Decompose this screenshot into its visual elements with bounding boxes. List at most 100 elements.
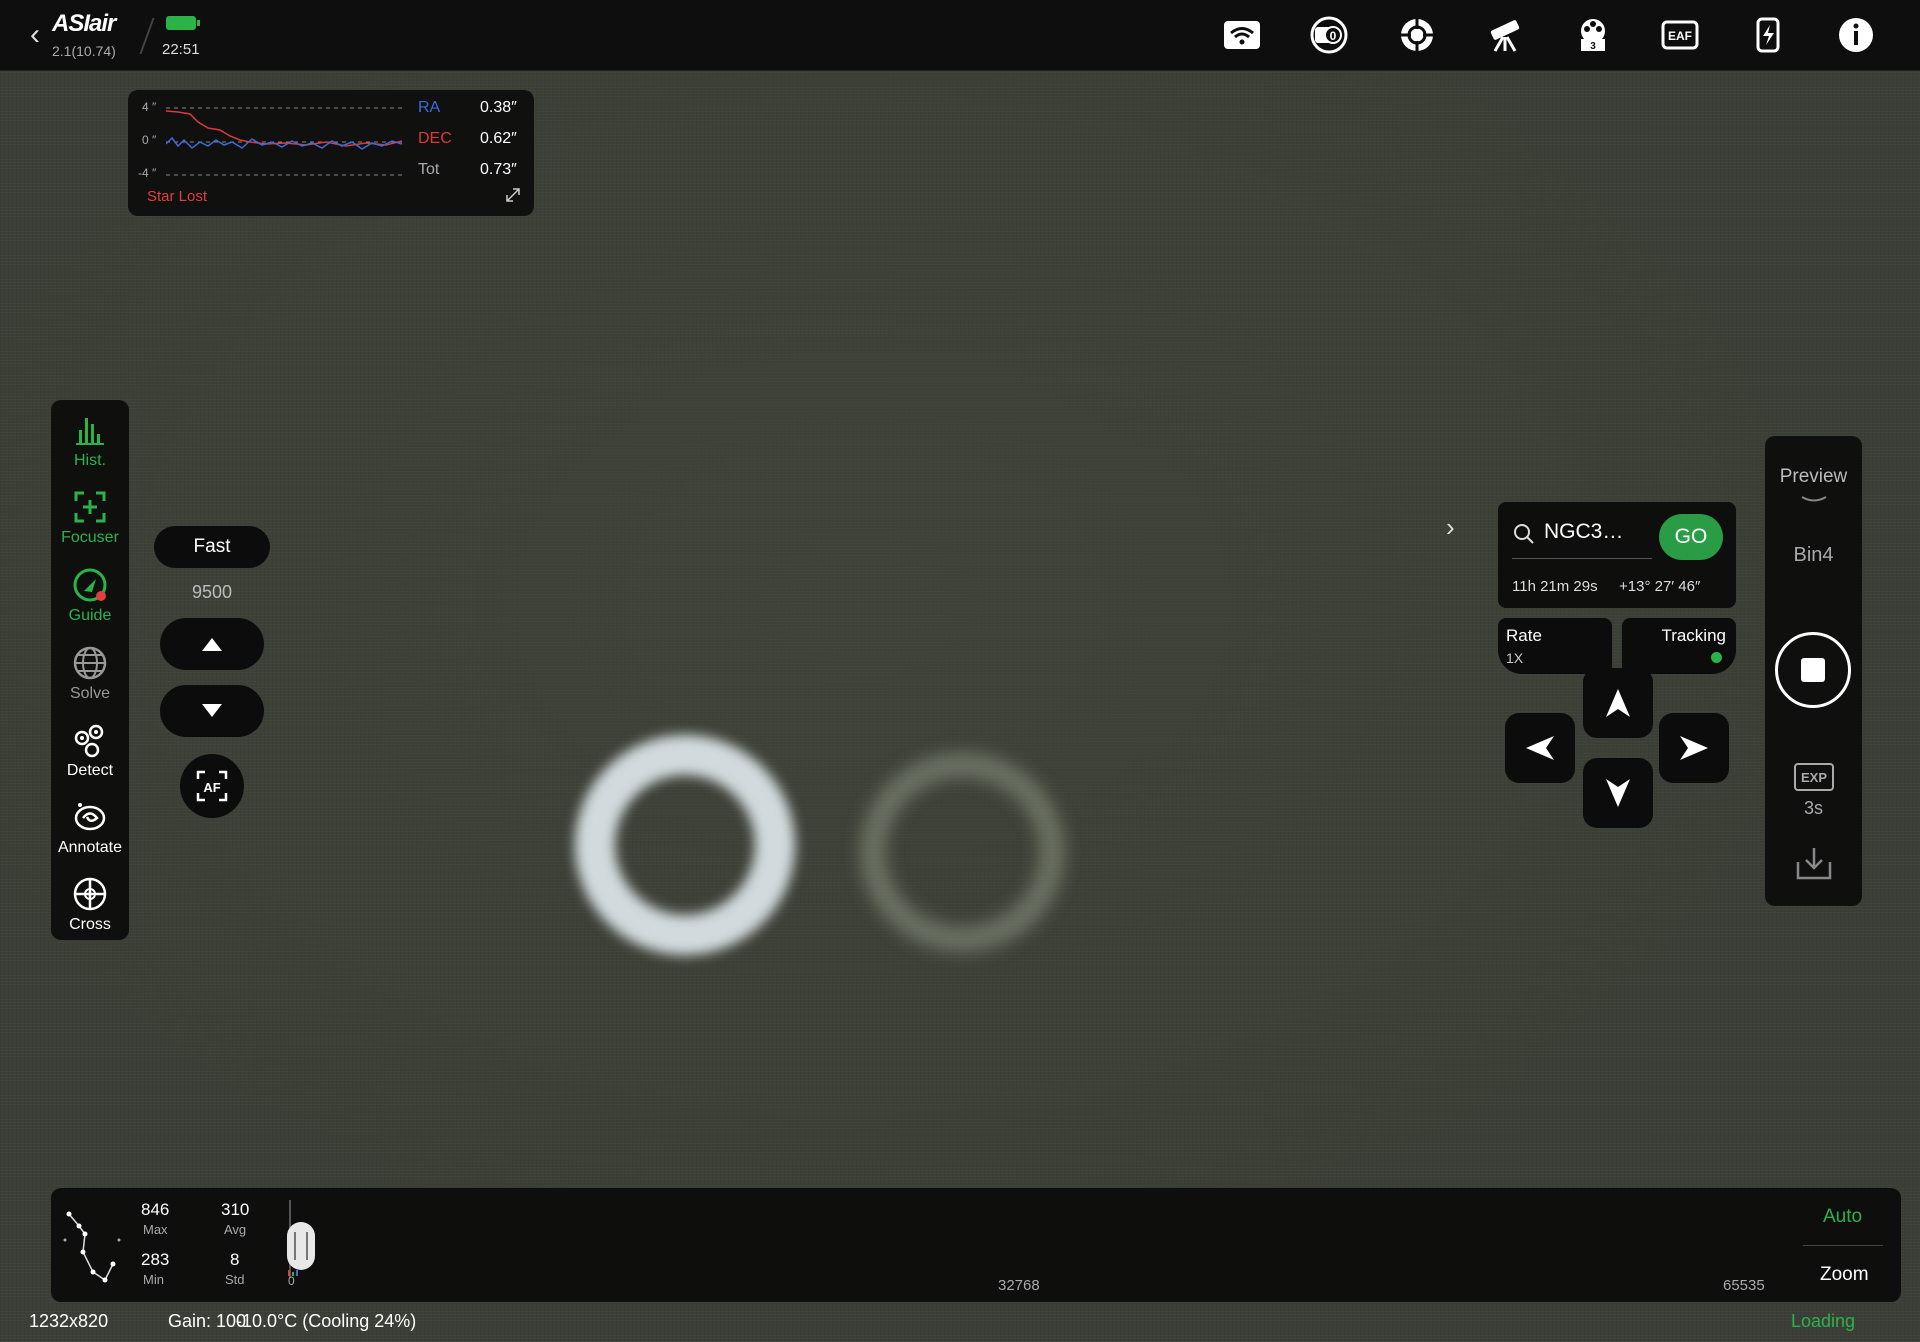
dock-label: Cross: [69, 916, 111, 933]
arrow-north-icon: [1606, 689, 1630, 717]
hist-max-label: Max: [143, 1222, 168, 1237]
exposure-icon[interactable]: EXP: [1793, 762, 1835, 792]
stretch-slider-handle[interactable]: [287, 1222, 315, 1270]
chevron-down-icon[interactable]: [1800, 494, 1828, 506]
guide-status: Star Lost: [147, 188, 208, 205]
galaxy-icon: [74, 803, 106, 831]
hist-std-label: Std: [225, 1272, 245, 1287]
hist-min-label: Min: [143, 1272, 164, 1287]
focuser-icon: [74, 491, 106, 523]
eaf-label: EAF: [1668, 29, 1692, 43]
arrow-up-icon: [202, 638, 222, 651]
tot-value: 0.73″: [480, 161, 517, 178]
dock-solve[interactable]: Solve: [51, 637, 129, 707]
camera-zero-icon[interactable]: 0: [1307, 14, 1351, 56]
capture-mode-label[interactable]: Preview: [1765, 466, 1862, 488]
dock-detect[interactable]: Detect: [51, 714, 129, 784]
focuser-down-button[interactable]: [160, 685, 264, 737]
binning-label[interactable]: Bin4: [1765, 544, 1862, 567]
camera-resolution: 1232x820: [29, 1311, 109, 1331]
focuser-speed-button[interactable]: Fast: [154, 526, 270, 568]
hist-std-value: 8: [230, 1250, 240, 1269]
left-tool-dock: Hist. Focuser Guide Solve Detect Annotat…: [51, 400, 129, 940]
slew-east-button[interactable]: [1659, 713, 1729, 783]
hist-peak-blue: [296, 1270, 298, 1276]
top-bar: ‹ ASIair 2.1(10.74) 22:51 0 3 EAF: [0, 0, 1920, 71]
dock-label: Detect: [66, 762, 114, 779]
download-icon[interactable]: [1794, 844, 1834, 882]
hist-scale-start: 0: [288, 1274, 295, 1288]
tracking-status-dot: [1711, 652, 1722, 663]
dock-divider: [1803, 1245, 1883, 1246]
autofocus-button[interactable]: AF: [180, 754, 244, 818]
exposure-icon-label: EXP: [1801, 770, 1827, 785]
detect-icon: [74, 724, 104, 758]
guide-camera-icon[interactable]: [1395, 14, 1439, 56]
tot-label: Tot: [418, 161, 440, 178]
ra-value: 0.38″: [480, 99, 517, 116]
constellation-thumbnail-icon[interactable]: [57, 1200, 127, 1290]
search-underline: [1512, 558, 1652, 559]
zoom-button[interactable]: Zoom: [1820, 1264, 1869, 1286]
slew-north-button[interactable]: [1583, 668, 1653, 738]
arrow-south-icon: [1606, 779, 1630, 807]
info-icon[interactable]: [1834, 14, 1878, 56]
arrow-east-icon: [1680, 736, 1708, 760]
tracking-label: Tracking: [1661, 626, 1726, 645]
exposure-value[interactable]: 3s: [1765, 798, 1862, 819]
power-icon[interactable]: [1746, 14, 1790, 56]
expand-icon[interactable]: [504, 186, 522, 204]
search-icon: [1514, 524, 1534, 544]
hist-scale-end: 65535: [1723, 1277, 1765, 1294]
dec-series-line: [166, 110, 403, 147]
auto-stretch-button[interactable]: Auto: [1823, 1206, 1862, 1228]
battery-icon: [166, 16, 200, 30]
clock: 22:51: [162, 41, 200, 58]
eaf-icon[interactable]: EAF: [1658, 14, 1702, 56]
stop-capture-button[interactable]: [1775, 632, 1851, 708]
hist-avg-label: Avg: [224, 1222, 247, 1237]
dock-focuser[interactable]: Focuser: [51, 481, 129, 551]
filter-wheel-icon[interactable]: 3: [1571, 14, 1615, 56]
dec-label: DEC: [418, 130, 452, 147]
slew-rate-button[interactable]: Rate 1X: [1498, 618, 1612, 674]
go-button[interactable]: GO: [1659, 514, 1723, 560]
camera-gain: Gain: 100: [168, 1311, 247, 1331]
dock-annotate[interactable]: Annotate: [51, 791, 129, 861]
telescope-icon[interactable]: [1483, 14, 1527, 56]
app-logo: ASIair: [52, 10, 116, 37]
crosshair-icon: [73, 877, 107, 911]
guide-icon: [73, 568, 107, 602]
defocused-star-dim: [860, 752, 1065, 952]
dock-hist[interactable]: Hist.: [51, 404, 129, 474]
goto-search-card: NGC3… GO 11h 21m 29s +13° 27′ 46″: [1498, 502, 1736, 608]
tracking-toggle[interactable]: Tracking: [1622, 618, 1736, 674]
focuser-up-button[interactable]: [160, 618, 264, 670]
rate-value: 1X: [1506, 650, 1524, 666]
app-version: 2.1(10.74): [52, 43, 116, 59]
grip-icon: [294, 1232, 308, 1260]
top-divider: [139, 18, 155, 54]
svg-text:0: 0: [1330, 29, 1337, 43]
slew-west-button[interactable]: [1505, 713, 1575, 783]
globe-icon: [73, 646, 107, 680]
dock-guide[interactable]: Guide: [51, 559, 129, 629]
guide-graph-panel[interactable]: 4 ″ 0 ″ -4 ″ RA 0.38″ DEC 0.62″ Tot 0.73…: [128, 90, 534, 216]
hist-min-value: 283: [141, 1250, 170, 1269]
filter-slot-number: 3: [1590, 41, 1596, 52]
stop-icon: [1801, 658, 1825, 682]
dock-label: Focuser: [61, 529, 119, 546]
wifi-icon[interactable]: [1220, 14, 1264, 56]
back-chevron-icon[interactable]: ‹: [30, 18, 40, 52]
dock-cross[interactable]: Cross: [51, 868, 129, 938]
target-search-input[interactable]: NGC3…: [1544, 520, 1623, 544]
dock-label: Guide: [68, 607, 112, 624]
arrow-down-icon: [202, 704, 222, 717]
slew-south-button[interactable]: [1583, 758, 1653, 828]
dock-label: Annotate: [57, 839, 123, 856]
guide-graph: [166, 107, 404, 176]
arrow-west-icon: [1526, 736, 1554, 760]
focuser-position: 9500: [191, 582, 233, 602]
rate-label: Rate: [1506, 626, 1542, 645]
panel-collapse-chevron-icon[interactable]: ›: [1446, 512, 1455, 543]
